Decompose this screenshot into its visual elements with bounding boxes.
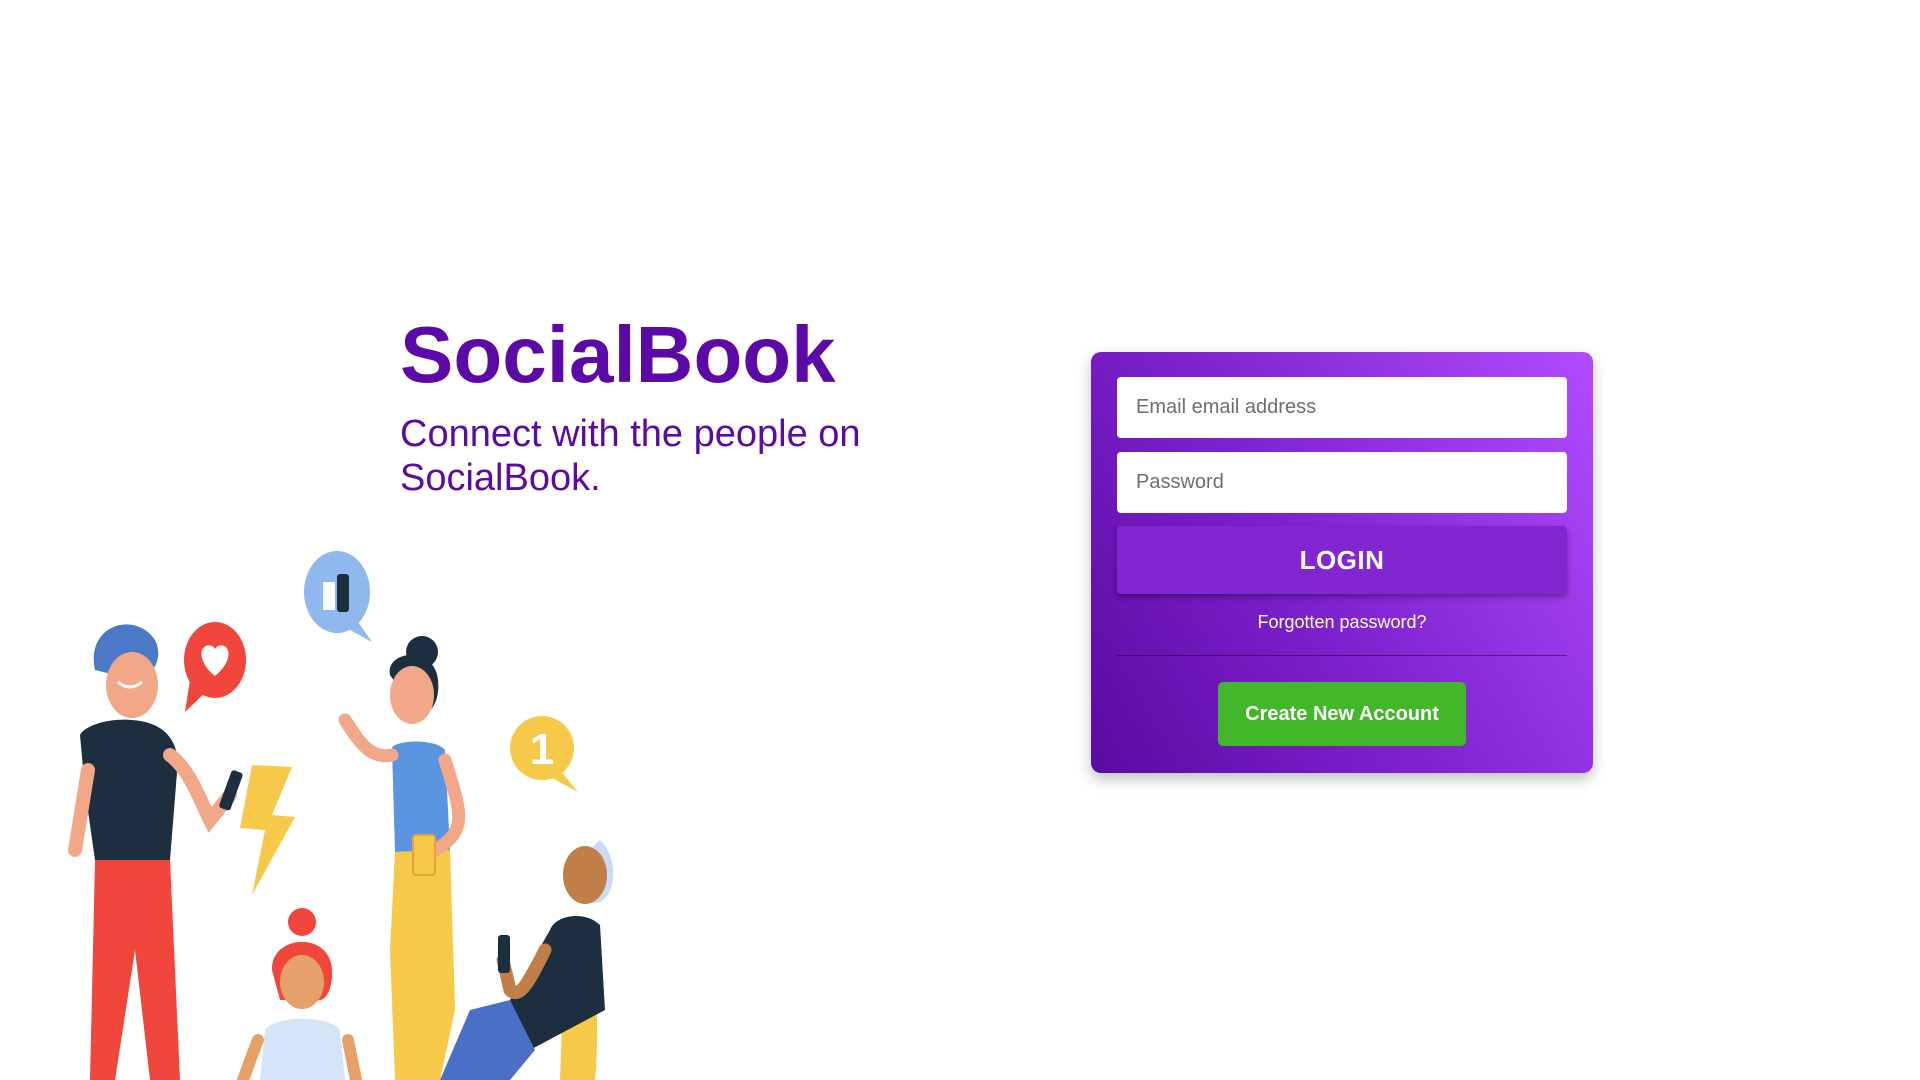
people-illustration: 1 (68, 551, 614, 1080)
person-girl-red-hair (237, 908, 362, 1080)
brand-section: SocialBook Connect with the people on So… (400, 310, 920, 500)
create-account-button[interactable]: Create New Account (1218, 682, 1466, 746)
password-field[interactable] (1117, 452, 1567, 513)
login-button[interactable]: LOGIN (1117, 526, 1567, 594)
notification-count: 1 (530, 725, 554, 774)
divider (1117, 655, 1567, 656)
brand-tagline: Connect with the people on SocialBook. (400, 413, 861, 499)
notification-badge: 1 (510, 716, 578, 792)
email-field[interactable] (1117, 377, 1567, 438)
forgot-password-link[interactable]: Forgotten password? (1117, 612, 1567, 633)
lightning-icon (240, 765, 295, 895)
person-woman-coffee (338, 636, 466, 1080)
brand-title: SocialBook (400, 310, 836, 399)
person-seated-phone (440, 840, 614, 1080)
login-page: SocialBook Connect with the people on So… (0, 0, 1920, 1080)
login-card: LOGIN Forgotten password? Create New Acc… (1091, 352, 1593, 773)
heart-icon (184, 622, 246, 712)
thumbs-up-icon (304, 551, 372, 642)
